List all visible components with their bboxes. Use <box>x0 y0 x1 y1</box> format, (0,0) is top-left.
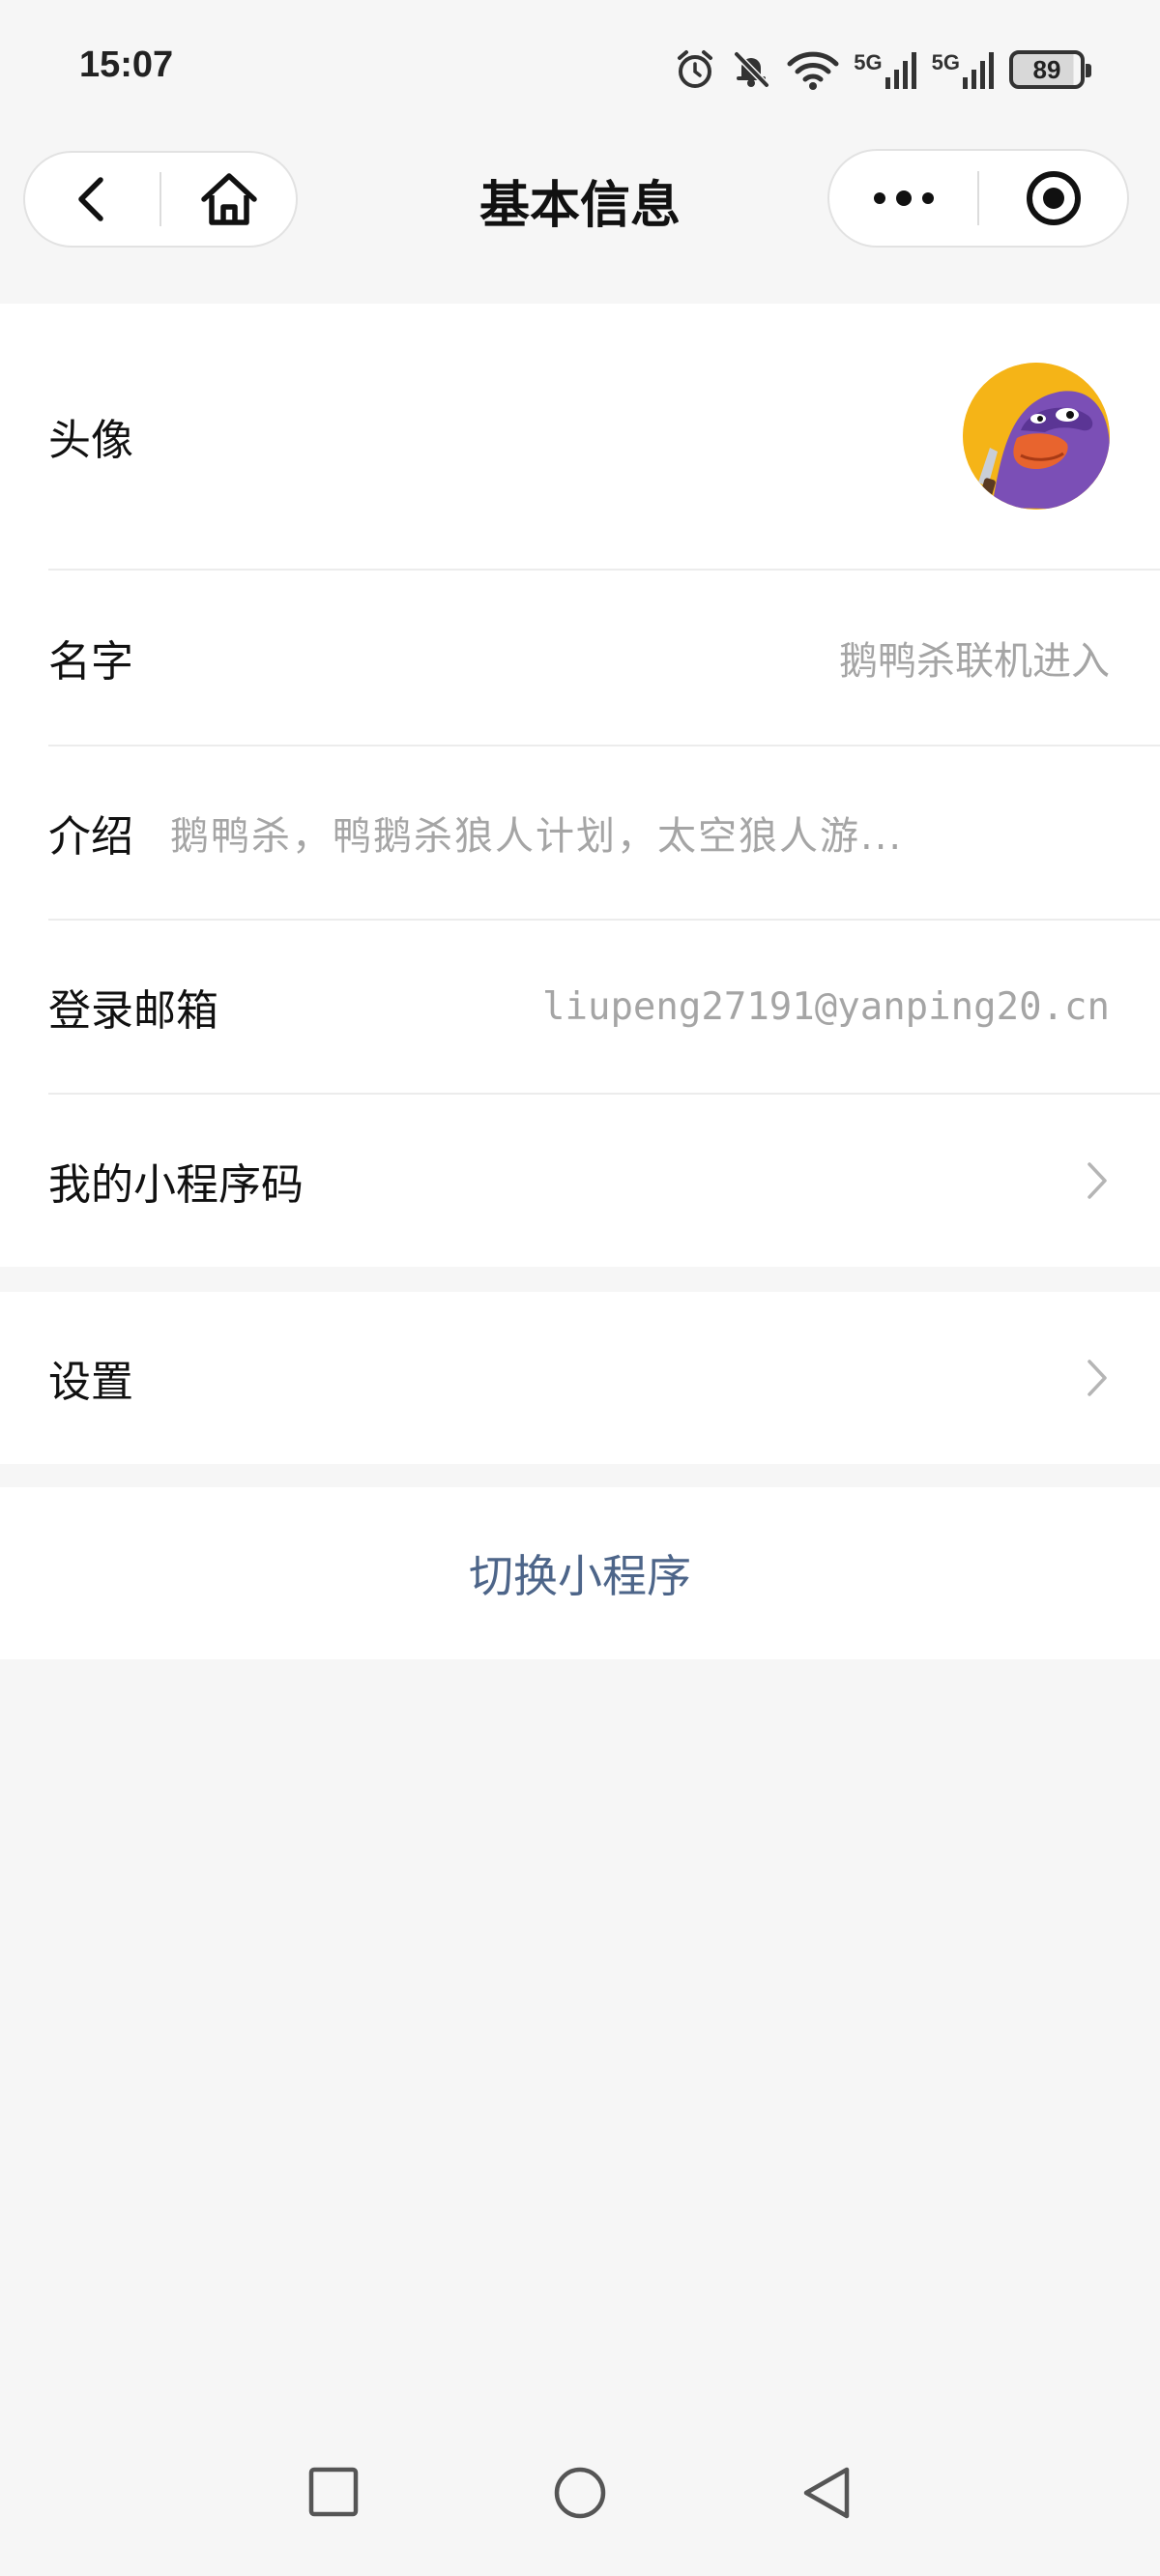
name-label: 名字 <box>48 637 133 687</box>
switch-miniprogram-button[interactable]: 切换小程序 <box>0 1487 1160 1659</box>
intro-label: 介绍 <box>48 812 133 862</box>
signal-bars-icon <box>963 52 994 89</box>
network-type-1: 5G <box>854 50 883 74</box>
mute-bell-icon <box>734 51 769 88</box>
status-icons: 5G 5G 89 <box>674 44 1091 95</box>
email-row[interactable]: 登录邮箱 liupeng27191@yanping20.cn <box>48 921 1160 1095</box>
intro-value: 鹅鸭杀，鸭鹅杀狼人计划，太空狼人游... <box>170 814 904 859</box>
system-nav-bar <box>0 2456 1160 2572</box>
status-bar: 15:07 5G 5G 89 <box>0 0 1160 135</box>
close-target-icon <box>1026 171 1081 225</box>
goose-avatar-image <box>963 363 1110 510</box>
back-nav-button[interactable] <box>798 2464 855 2522</box>
email-label: 登录邮箱 <box>48 986 218 1036</box>
nav-right-capsule <box>827 149 1129 248</box>
signal-bars-icon <box>884 52 916 89</box>
signal-1: 5G <box>854 50 917 89</box>
more-icon <box>873 190 934 206</box>
switch-card: 切换小程序 <box>0 1487 1160 1659</box>
chevron-right-icon <box>1088 1360 1107 1396</box>
more-button[interactable] <box>829 151 977 246</box>
intro-row[interactable]: 介绍 鹅鸭杀，鸭鹅杀狼人计划，太空狼人游... <box>48 746 1160 921</box>
wifi-icon <box>787 51 839 90</box>
avatar-label: 头像 <box>48 416 133 465</box>
profile-card: 头像 名字 鹅鸭杀联机进入 介绍 鹅鸭杀，鸭鹅杀狼人计划，太空狼人游... 登录… <box>0 304 1160 1267</box>
battery-indicator: 89 <box>1009 50 1091 89</box>
settings-label: 设置 <box>48 1358 133 1407</box>
settings-row[interactable]: 设置 <box>48 1292 1160 1464</box>
email-value: liupeng27191@yanping20.cn <box>542 984 1110 1029</box>
recent-apps-button[interactable] <box>305 2464 362 2520</box>
home-nav-button[interactable] <box>551 2464 609 2522</box>
signal-2: 5G <box>932 50 996 89</box>
alarm-icon <box>678 50 713 88</box>
qrcode-row[interactable]: 我的小程序码 <box>48 1095 1160 1267</box>
settings-card: 设置 <box>0 1292 1160 1464</box>
status-time: 15:07 <box>79 44 174 85</box>
name-row[interactable]: 名字 鹅鸭杀联机进入 <box>48 571 1160 746</box>
name-value: 鹅鸭杀联机进入 <box>839 639 1110 684</box>
avatar[interactable] <box>963 363 1110 510</box>
avatar-row[interactable]: 头像 <box>48 304 1160 571</box>
qrcode-label: 我的小程序码 <box>48 1160 304 1210</box>
network-type-2: 5G <box>931 50 960 74</box>
exit-miniprogram-button[interactable] <box>979 151 1127 246</box>
battery-level: 89 <box>1032 54 1061 84</box>
chevron-right-icon <box>1088 1162 1107 1199</box>
